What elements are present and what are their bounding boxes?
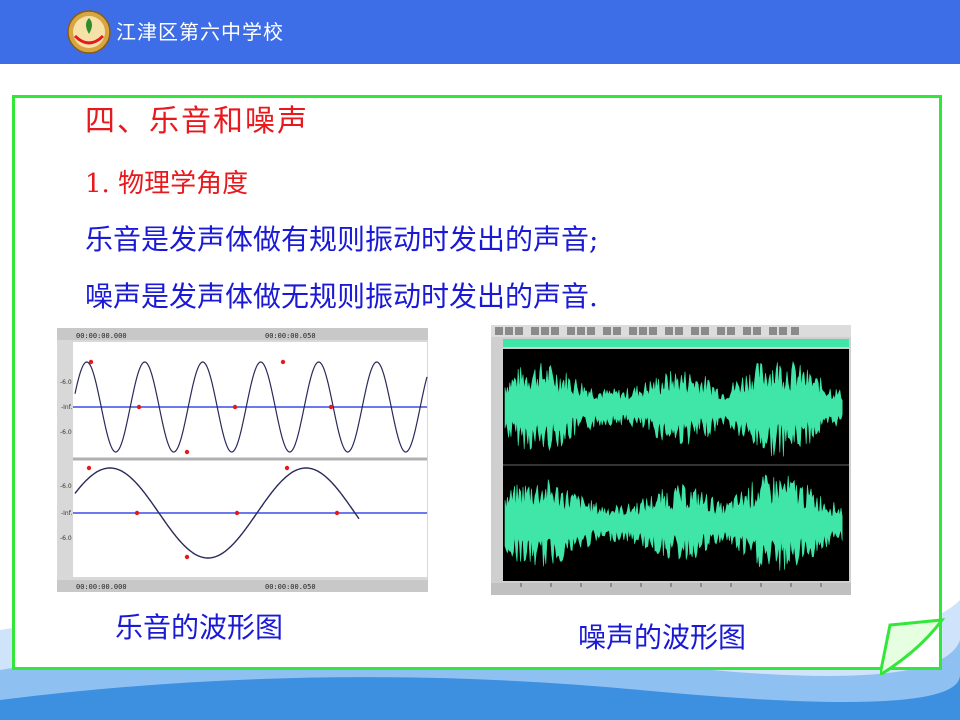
music-waveform-caption: 乐音的波形图 [115, 611, 284, 644]
music-axis-label-1: -6.0 [60, 379, 72, 386]
music-axis-label-6: -6.0 [60, 535, 72, 542]
music-bottom-marker-dot [234, 510, 240, 516]
noise-waveform-figure [491, 325, 851, 595]
music-top-marker-dot [88, 359, 94, 365]
music-bottom-marker-dot [284, 465, 290, 471]
school-logo-icon [67, 10, 111, 54]
music-time-mid-bottom: 00:00:00.050 [265, 583, 316, 591]
music-time-start-top: 00:00:00.000 [76, 332, 127, 340]
slide-heading: 四、乐音和噪声 [85, 104, 309, 139]
music-definition: 乐音是发声体做有规则振动时发出的声音; [85, 223, 599, 256]
music-top-marker-dot [232, 404, 238, 410]
music-time-mid-top: 00:00:00.050 [265, 332, 316, 340]
music-axis-label-4: -6.0 [60, 483, 72, 490]
music-waveform-figure: 00:00:00.000 00:00:00.050 00:00:00.000 0… [57, 328, 428, 592]
page-curl [880, 618, 946, 675]
music-bottom-marker-dot [334, 510, 340, 516]
music-top-marker-dot [280, 359, 286, 365]
noise-definition: 噪声是发声体做无规则振动时发出的声音. [85, 280, 598, 313]
music-time-start-bottom: 00:00:00.000 [76, 583, 127, 591]
school-name: 江津区第六中学校 [116, 20, 284, 44]
music-axis-label-2: -Inf. [61, 404, 72, 411]
music-bottom-marker-dot [134, 510, 140, 516]
music-bottom-marker-dot [86, 465, 92, 471]
music-top-marker-dot [328, 404, 334, 410]
music-axis-label-3: -6.0 [60, 429, 72, 436]
music-axis-label-5: -Inf. [61, 510, 72, 517]
music-top-marker-dot [184, 449, 190, 455]
music-bottom-marker-dot [184, 554, 190, 560]
slide-subheading: 1. 物理学角度 [85, 169, 249, 199]
music-top-marker-dot [136, 404, 142, 410]
noise-waveform-caption: 噪声的波形图 [578, 621, 747, 654]
